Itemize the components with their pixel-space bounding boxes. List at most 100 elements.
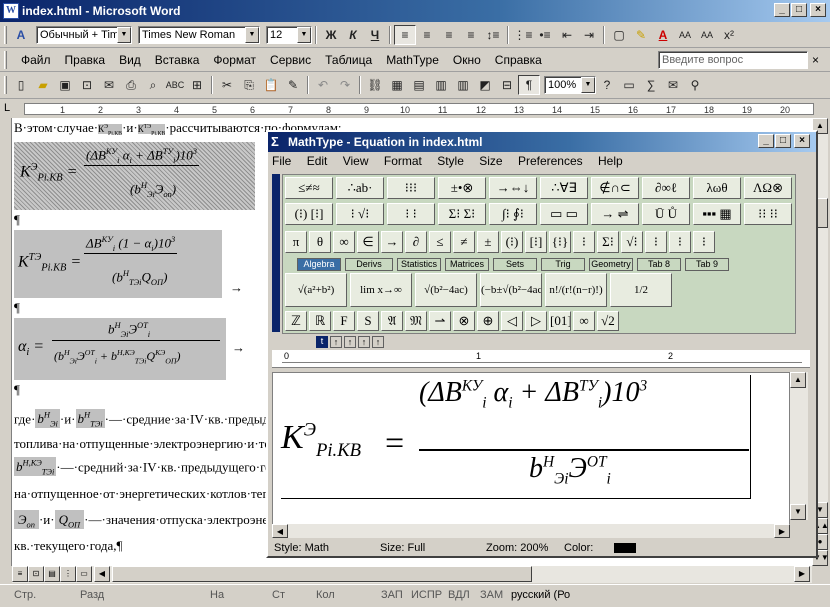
- decrease-indent-icon[interactable]: ⇤: [556, 25, 578, 45]
- help-icon[interactable]: ?: [596, 75, 618, 95]
- formula-k-e-selected[interactable]: KЭPi.КВ = (ΔBКУi αi + ΔBТУi)103 (bНЭiЭоп…: [14, 142, 255, 210]
- menu-tools[interactable]: Сервис: [270, 53, 311, 67]
- envelope-icon[interactable]: ✉: [662, 75, 684, 95]
- mt-close-button[interactable]: ×: [794, 134, 810, 148]
- template-button[interactable]: (−b±√(b²−4ac))/2a: [480, 273, 542, 307]
- chevron-down-icon[interactable]: ▼: [297, 27, 311, 43]
- font-combo[interactable]: Times New Roman ▼: [138, 26, 260, 44]
- symbol-button[interactable]: Σ⁝: [597, 231, 619, 253]
- symbol-button[interactable]: ⁝: [693, 231, 715, 253]
- line-spacing-icon[interactable]: ↕≡: [482, 25, 504, 45]
- symbol-button[interactable]: ⁝: [669, 231, 691, 253]
- scroll-right-icon[interactable]: ▶: [774, 524, 790, 538]
- symbol-button[interactable]: ∞: [573, 311, 595, 331]
- print-view-icon[interactable]: ▤: [44, 566, 60, 582]
- show-formatting-button[interactable]: ¶: [518, 75, 540, 95]
- symbol-button[interactable]: ≠: [453, 231, 475, 253]
- formula-alpha[interactable]: αi = bНЭiЭОТi (bНЭiЭОТi + bН,КЭТЭiQКЭОП): [14, 318, 226, 380]
- columns-icon[interactable]: ▥: [452, 75, 474, 95]
- palette-button[interactable]: ≤≠≈: [285, 177, 333, 199]
- ruler-strip[interactable]: 1 2 3 4 5 6 7 8 9 10 11 12 13 14 15 16 1…: [24, 103, 814, 115]
- scroll-up-icon[interactable]: ▲: [790, 372, 806, 388]
- email-icon[interactable]: ✉: [98, 75, 120, 95]
- symbol-button[interactable]: ±: [477, 231, 499, 253]
- palette-button[interactable]: ∫⁝ ∮⁝: [489, 203, 537, 225]
- small-tab-icon[interactable]: ↑: [358, 336, 370, 348]
- palette-button[interactable]: ⁝ ⁝: [387, 203, 435, 225]
- web-view-icon[interactable]: ⊡: [28, 566, 44, 582]
- template-button[interactable]: n!/(r!(n−r)!): [545, 273, 607, 307]
- toolbar-handle[interactable]: [272, 174, 280, 332]
- palette-button[interactable]: ▪▪▪ ▦: [693, 203, 741, 225]
- symbol-button[interactable]: ◁: [501, 311, 523, 331]
- chevron-down-icon[interactable]: ▼: [117, 27, 131, 43]
- drawing-icon[interactable]: ◩: [474, 75, 496, 95]
- palette-button[interactable]: ▭ ▭: [540, 203, 588, 225]
- font-color-icon[interactable]: A: [652, 25, 674, 45]
- menu-file[interactable]: Файл: [21, 53, 51, 67]
- research-icon[interactable]: ⊞: [186, 75, 208, 95]
- symbol-button[interactable]: ▷: [525, 311, 547, 331]
- status-ovr[interactable]: ЗАМ: [480, 589, 503, 601]
- menu-edit[interactable]: Правка: [65, 53, 106, 67]
- menu-insert[interactable]: Вставка: [155, 53, 200, 67]
- mt-menu-format[interactable]: Format: [384, 154, 422, 168]
- palette-tab-trig[interactable]: Trig: [541, 258, 585, 271]
- status-ext[interactable]: ВДЛ: [448, 589, 470, 601]
- symbol-button[interactable]: ∂: [405, 231, 427, 253]
- open-folder-icon[interactable]: ▰: [32, 75, 54, 95]
- bold-button[interactable]: Ж: [320, 25, 342, 45]
- copy-icon[interactable]: ⎘: [238, 75, 260, 95]
- minimize-button[interactable]: _: [774, 3, 790, 17]
- spelling-icon[interactable]: ABC: [164, 75, 186, 95]
- palette-tab-algebra[interactable]: Algebra: [297, 258, 341, 271]
- document-horizontal-scrollbar[interactable]: ≡ ⊡ ▤ ⋮ ▭ ◀ ▶: [12, 566, 812, 583]
- symbol-button[interactable]: S: [357, 311, 379, 331]
- palette-button[interactable]: ±•⊗: [438, 177, 486, 199]
- scroll-down-icon[interactable]: ▼: [790, 504, 806, 520]
- formula-k-te[interactable]: KТЭPi.КВ = ΔBКУi (1 − αi)103 (bНТЭiQОП): [14, 230, 222, 298]
- close-doc-icon[interactable]: ×: [812, 53, 819, 67]
- italic-button[interactable]: К: [342, 25, 364, 45]
- palette-button[interactable]: Σ⁝ Σ⁝: [438, 203, 486, 225]
- scroll-left-icon[interactable]: ◀: [94, 566, 110, 582]
- numbering-icon[interactable]: ⋮≡: [512, 25, 534, 45]
- equation-editing-area[interactable]: KЭPi.КВ = (ΔBКУi αi + ΔBТУi)103 bНЭiЭОТi: [272, 372, 790, 538]
- mt-menu-size[interactable]: Size: [479, 154, 502, 168]
- font-size-combo[interactable]: 12 ▼: [266, 26, 312, 44]
- toolbar-grip[interactable]: [4, 76, 7, 94]
- borders-icon[interactable]: ▢: [608, 25, 630, 45]
- normal-view-icon[interactable]: ≡: [12, 566, 28, 582]
- increase-indent-icon[interactable]: ⇥: [578, 25, 600, 45]
- mathtype-title-bar[interactable]: Σ MathType - Equation in index.html _ □ …: [268, 132, 816, 152]
- symbol-button[interactable]: {⁝}: [549, 231, 571, 253]
- format-painter-icon[interactable]: ✎: [282, 75, 304, 95]
- insert-excel-icon[interactable]: ▥: [430, 75, 452, 95]
- chevron-down-icon[interactable]: ▼: [245, 27, 259, 43]
- mt-menu-help[interactable]: Help: [598, 154, 623, 168]
- palette-tab-tab-8[interactable]: Tab 8: [637, 258, 681, 271]
- small-tab-icon[interactable]: ↑: [372, 336, 384, 348]
- word-app-icon[interactable]: W: [3, 3, 19, 19]
- align-center-icon[interactable]: ≡: [416, 25, 438, 45]
- cut-icon[interactable]: ✂: [216, 75, 238, 95]
- mathtype-vertical-scrollbar[interactable]: ▲ ▼: [790, 372, 808, 520]
- chevron-down-icon[interactable]: ▼: [581, 77, 595, 93]
- palette-button[interactable]: → ⇌: [591, 203, 639, 225]
- read-icon[interactable]: ▭: [618, 75, 640, 95]
- symbol-button[interactable]: ⊗: [453, 311, 475, 331]
- palette-button[interactable]: λωθ: [693, 177, 741, 199]
- highlight-icon[interactable]: ✎: [630, 25, 652, 45]
- styles-icon[interactable]: A: [10, 25, 32, 45]
- template-button[interactable]: lim x→∞: [350, 273, 412, 307]
- mt-menu-preferences[interactable]: Preferences: [518, 154, 583, 168]
- help-question-input[interactable]: Введите вопрос: [658, 51, 808, 69]
- grow-font-icon[interactable]: AA: [674, 25, 696, 45]
- menu-grip[interactable]: [4, 51, 7, 69]
- reading-view-icon[interactable]: ▭: [76, 566, 92, 582]
- outline-view-icon[interactable]: ⋮: [60, 566, 76, 582]
- style-combo[interactable]: Обычный + Time ▼: [36, 26, 132, 44]
- mathtype-window[interactable]: Σ MathType - Equation in index.html _ □ …: [266, 130, 818, 558]
- menu-mathtype[interactable]: MathType: [386, 53, 439, 67]
- symbol-button[interactable]: θ: [309, 231, 331, 253]
